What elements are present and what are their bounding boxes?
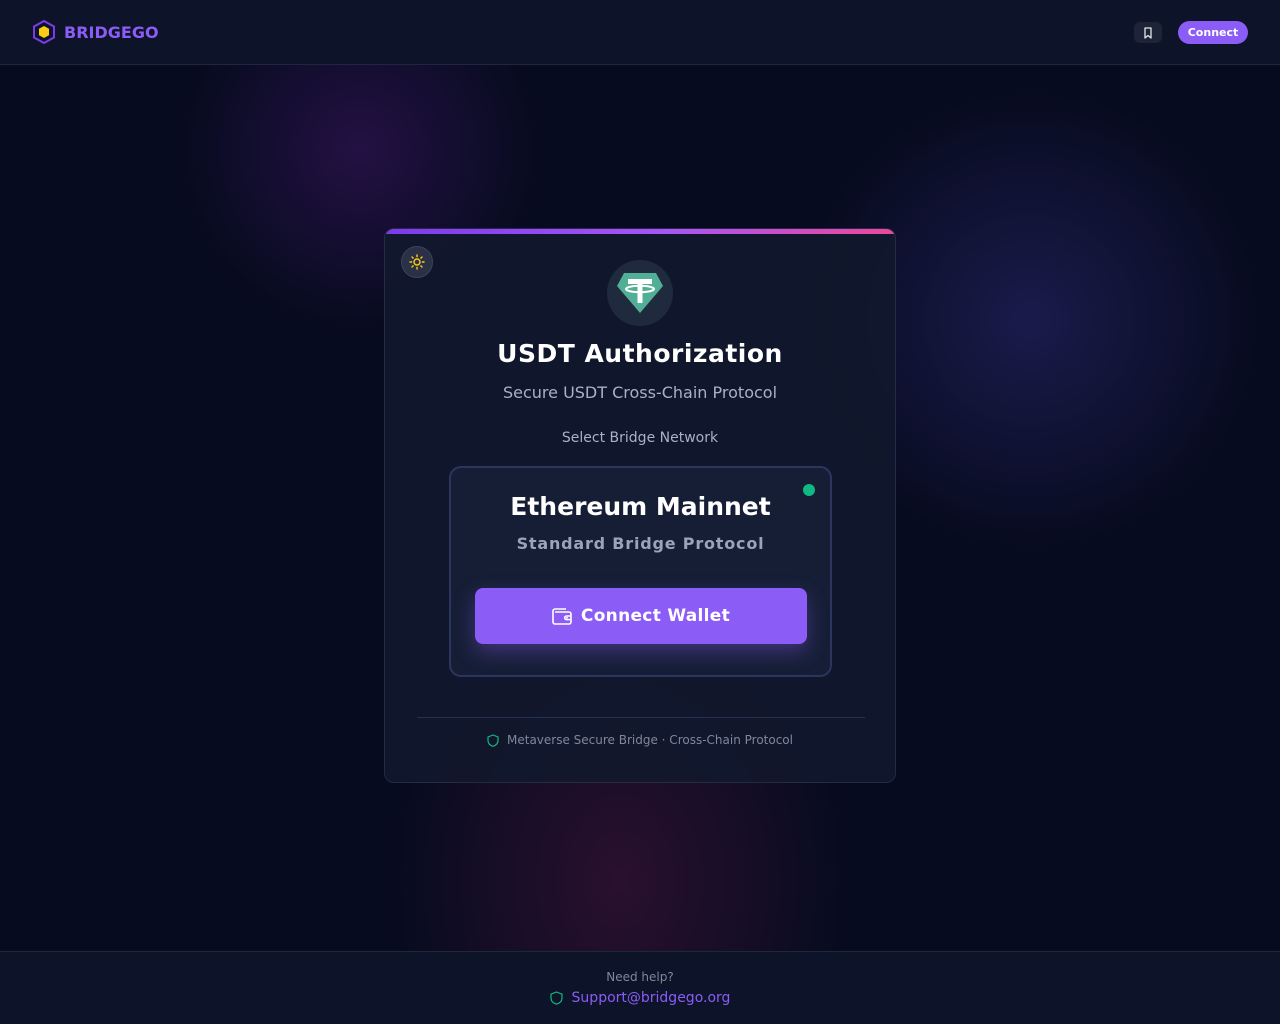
select-network-label: Select Bridge Network <box>561 430 719 446</box>
connect-wallet-label: Connect Wallet <box>580 606 731 626</box>
header-connect-button[interactable]: Connect <box>1178 21 1248 44</box>
tether-usdt-icon <box>617 273 663 313</box>
shield-icon <box>487 733 499 747</box>
usdt-token-logo <box>607 260 673 326</box>
shield-icon <box>549 991 563 1005</box>
authorization-card: USDT Authorization Secure USDT Cross-Cha… <box>384 228 896 783</box>
sun-icon <box>409 254 425 270</box>
card-footer-text: Metaverse Secure Bridge · Cross-Chain Pr… <box>507 733 793 747</box>
page-footer: Need help? Support@bridgego.org <box>0 951 1280 1024</box>
support-contact: Support@bridgego.org <box>0 990 1280 1006</box>
brand-name: BRIDGEGO <box>64 22 159 42</box>
card-title: USDT Authorization <box>497 339 783 368</box>
bookmark-icon <box>1144 26 1152 39</box>
network-name: Ethereum Mainnet <box>510 492 771 521</box>
bookmark-button[interactable] <box>1134 22 1162 43</box>
card-divider <box>417 717 865 718</box>
support-email-link[interactable]: Support@bridgego.org <box>572 990 731 1006</box>
card-footer-note: Metaverse Secure Bridge · Cross-Chain Pr… <box>385 733 895 747</box>
wallet-icon <box>552 608 572 625</box>
card-subtitle: Secure USDT Cross-Chain Protocol <box>502 383 778 402</box>
help-text: Need help? <box>606 970 674 984</box>
card-accent-bar <box>385 229 895 234</box>
network-option-ethereum[interactable]: Ethereum Mainnet Standard Bridge Protoco… <box>449 466 832 677</box>
connect-wallet-button[interactable]: Connect Wallet <box>475 588 807 644</box>
brand-logo[interactable]: BRIDGEGO <box>33 20 159 44</box>
top-navbar: BRIDGEGO Connect <box>0 0 1280 65</box>
hexagon-logo-icon <box>33 20 55 44</box>
network-protocol: Standard Bridge Protocol <box>516 534 765 553</box>
theme-toggle-button[interactable] <box>401 246 433 278</box>
